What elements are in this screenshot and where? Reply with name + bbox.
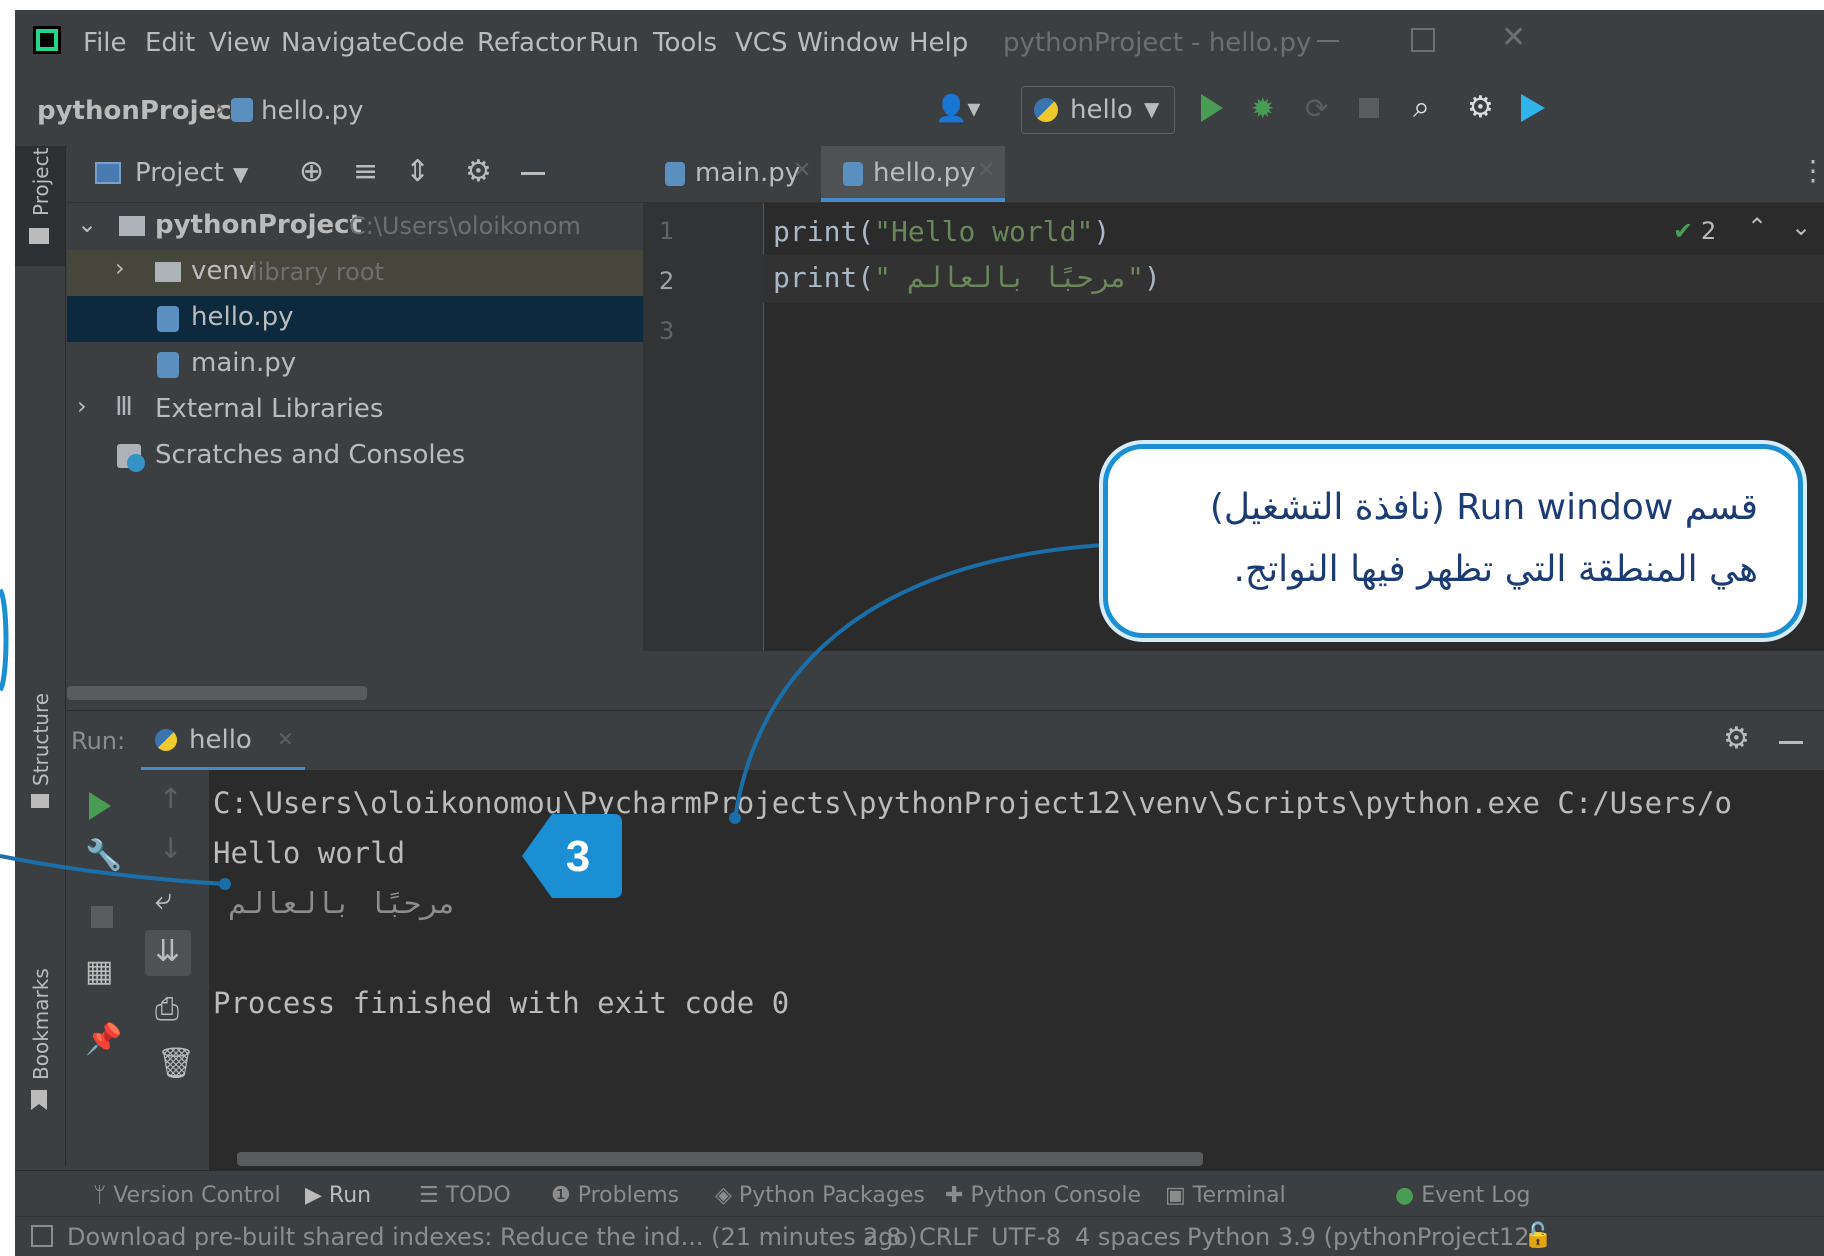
left-connector-line: [0, 854, 226, 886]
left-anchor-dot: [219, 878, 231, 890]
offscreen-callout-edge: [0, 588, 9, 692]
run-window-callout: قسم Run window (نافذة التشغيل) هي المنطق…: [1103, 444, 1803, 638]
step-badge: 3: [522, 814, 622, 898]
callout-line: قسم Run window (نافذة التشغيل): [1209, 487, 1758, 528]
callout-connector-line: [733, 543, 1105, 819]
step-badge-number: 3: [566, 832, 590, 881]
callout-anchor-dot: [729, 812, 741, 824]
callout-line: هي المنطقة التي تظهر فيها النواتج.: [1233, 549, 1758, 590]
